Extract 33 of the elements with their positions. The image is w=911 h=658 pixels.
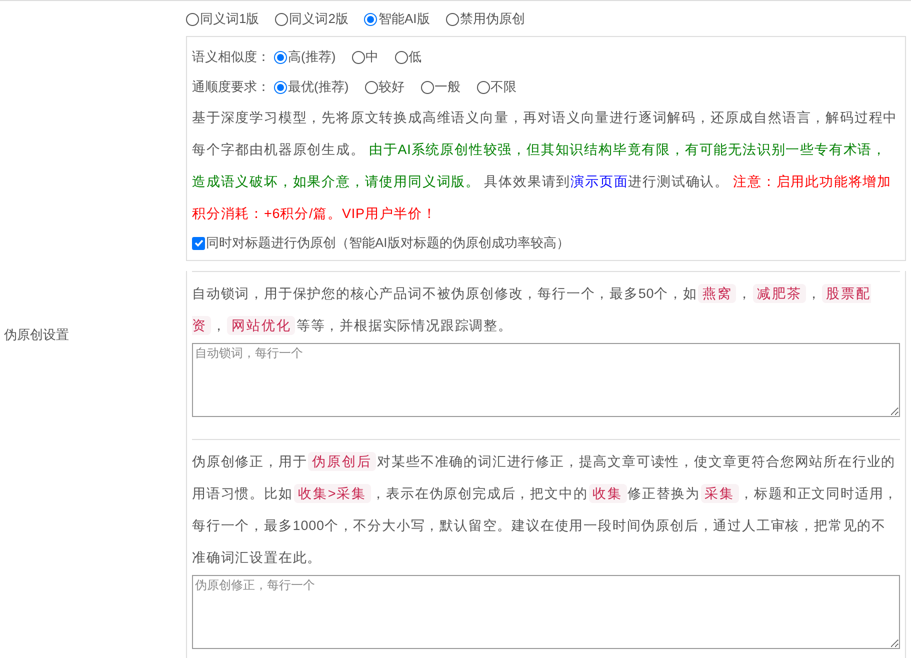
ai-description: 基于深度学习模型，先将原文转换成高维语义向量，再对语义向量进行逐词解码，还原成自然语言，解码过程中每个字都由机器原创生成。 由于AI系统原创性较强，但其知识结构毕竟有限，有可能无法识别一些专有术语，造成语义破坏，如果介意，请使用同义词版。 具体效果请到演示页面进行测试确认。 注意：启用此功能将增加积分消耗：+6积分/篇。VIP用户半价！: [192, 109, 899, 223]
radio-option[interactable]: 同义词2版: [275, 9, 348, 29]
radio-option[interactable]: 中: [352, 47, 379, 67]
option-label: 通顺度要求：: [192, 78, 270, 96]
radio-option[interactable]: 一般: [420, 77, 461, 97]
radio-button[interactable]: [420, 80, 434, 94]
corrections-field[interactable]: 伪原创修正，每行一个: [192, 574, 900, 648]
checkbox[interactable]: [192, 236, 205, 250]
radio-button[interactable]: [186, 12, 199, 26]
radio-option[interactable]: 不限: [476, 77, 517, 97]
radio-option[interactable]: 智能AI版: [364, 9, 430, 29]
settings-label: 伪原创设置: [3, 326, 69, 344]
radio-button[interactable]: [352, 50, 365, 64]
radio-button[interactable]: [364, 12, 378, 26]
option-label: 语义相似度：: [192, 48, 270, 66]
radio-option[interactable]: 最优(推荐): [274, 77, 349, 97]
radio-button[interactable]: [275, 12, 288, 26]
radio-button[interactable]: [476, 80, 490, 94]
radio-option[interactable]: 低: [394, 47, 422, 67]
title-option[interactable]: 同时对标题进行伪原创（智能AI版对标题的伪原创成功率较高）: [192, 230, 900, 256]
lock-words-description: 自动锁词，用于保护您的核心产品词不被伪原创修改，每行一个，最多50个，如 燕窝 ， 减肥茶 ， 股票配资 ， 网站优化 等等，并根据实际情况跟踪调整。: [192, 283, 872, 337]
demo-page-link[interactable]: 演示页面: [570, 174, 628, 189]
lock-words-field[interactable]: 自动锁词，每行一个: [192, 343, 900, 417]
radio-option[interactable]: 禁用伪原创: [446, 9, 525, 29]
radio-button[interactable]: [274, 80, 287, 94]
corrections-description: 伪原创修正，用于 伪原创后 对某些不准确的词汇进行修正，提高文章可读性，使文章更符合您网站所在行业的用语习惯。比如 收集>采集 ，表示在伪原创完成后，把文中的 收集 修正替换为 采集 ，标题和正文同时适用，每行一个，最多1000个，不分大小写，默认留空。建议在使用一段时间伪原创后，通过人工审核，把常见的不准确词汇设置在此。: [192, 450, 900, 566]
radio-button[interactable]: [394, 50, 408, 64]
radio-option[interactable]: 较好: [364, 77, 405, 97]
radio-option[interactable]: 高(推荐): [274, 47, 336, 67]
radio-option[interactable]: 同义词1版: [186, 9, 260, 29]
radio-button[interactable]: [446, 12, 459, 26]
radio-button[interactable]: [364, 80, 378, 94]
radio-button[interactable]: [274, 50, 287, 64]
